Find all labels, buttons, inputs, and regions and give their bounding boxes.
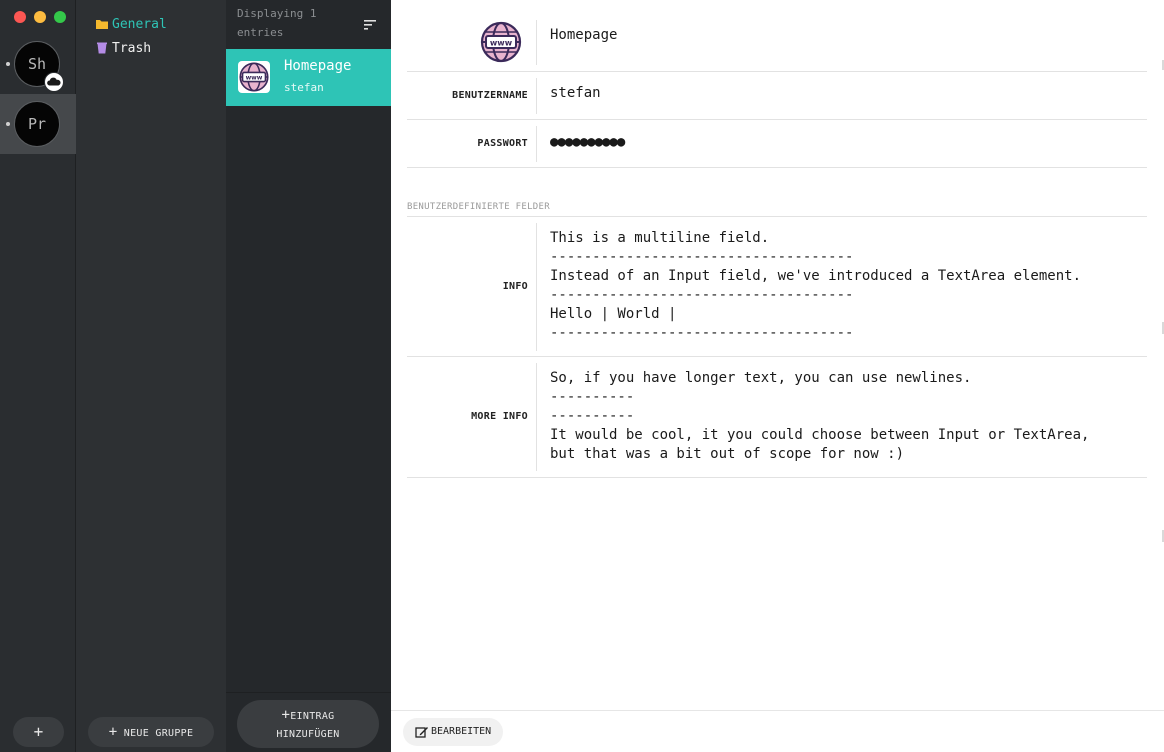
row-divider (536, 363, 537, 471)
row-divider (536, 20, 537, 65)
entries-footer: +EINTRAG HINZUFÜGEN (226, 692, 391, 752)
sort-icon[interactable] (363, 16, 377, 30)
row-divider (536, 78, 537, 114)
edit-icon (415, 727, 428, 738)
plus-icon: + (108, 724, 118, 740)
edit-button[interactable]: BEARBEITEN (403, 718, 504, 746)
title-row: www Homepage (407, 0, 1147, 72)
info-value[interactable]: This is a multiline field. -------------… (550, 229, 1137, 343)
www-globe-icon: www (480, 21, 522, 63)
field-label: PASSWORT (477, 138, 528, 149)
row-divider (536, 126, 537, 162)
detail-footer: BEARBEITEN (391, 710, 1164, 752)
group-item-trash[interactable]: Trash (95, 38, 151, 58)
field-label: MORE INFO (471, 411, 528, 422)
entries-list: Displaying 1 entries www Homepage stefan… (226, 0, 391, 752)
add-entry-label-2: HINZUFÜGEN (276, 729, 340, 740)
group-label: Trash (112, 40, 152, 56)
add-entry-button[interactable]: +EINTRAG HINZUFÜGEN (237, 700, 379, 748)
custom-fields-heading: BENUTZERDEFINIERTE FELDER (407, 202, 550, 212)
group-label: General (112, 16, 167, 32)
password-value[interactable]: ●●●●●●●●●● (550, 133, 1137, 152)
entry-detail: www Homepage BENUTZERNAME stefan PASSWOR… (391, 0, 1164, 752)
groups-sidebar: General Trash + NEUE GRUPPE (76, 0, 226, 752)
cloud-icon (44, 72, 64, 92)
edit-label: BEARBEITEN (431, 726, 492, 737)
add-archive-button[interactable]: + (13, 717, 64, 747)
folder-icon (95, 17, 109, 31)
field-label: BENUTZERNAME (452, 90, 528, 101)
maximize-window-button[interactable] (54, 11, 66, 23)
entries-count: Displaying 1 entries (237, 7, 317, 39)
new-group-button[interactable]: + NEUE GRUPPE (88, 717, 214, 747)
custom-field-row-more-info: MORE INFO So, if you have longer text, y… (407, 357, 1147, 478)
minimize-window-button[interactable] (34, 11, 46, 23)
archive-status-dot (6, 62, 10, 66)
field-label: INFO (502, 281, 528, 292)
entry-username: stefan (284, 81, 324, 94)
archive-item-pr[interactable]: Pr (0, 94, 76, 154)
svg-text:www: www (246, 75, 263, 82)
archive-status-dot (6, 122, 10, 126)
archive-item-sh[interactable]: Sh (0, 34, 76, 94)
svg-text:www: www (490, 39, 513, 48)
close-window-button[interactable] (14, 11, 26, 23)
plus-icon: + (281, 707, 291, 723)
row-divider (536, 223, 537, 351)
group-item-general[interactable]: General (95, 14, 167, 34)
entry-title-field[interactable]: Homepage (550, 26, 1137, 45)
entry-item-homepage[interactable]: www Homepage stefan (226, 49, 391, 106)
archive-avatar: Pr (14, 101, 60, 147)
field-row-password: PASSWORT ●●●●●●●●●● (407, 120, 1147, 168)
new-group-label: NEUE GRUPPE (123, 728, 194, 739)
custom-field-row-info: INFO This is a multiline field. --------… (407, 216, 1147, 357)
username-value[interactable]: stefan (550, 84, 1137, 103)
add-entry-label: EINTRAG (290, 711, 335, 722)
more-info-value[interactable]: So, if you have longer text, you can use… (550, 369, 1137, 464)
trash-icon (95, 41, 109, 55)
www-globe-icon: www (238, 61, 270, 93)
field-row-username: BENUTZERNAME stefan (407, 72, 1147, 120)
archives-sidebar: Sh Pr + (0, 0, 76, 752)
entry-title: Homepage (284, 58, 352, 74)
